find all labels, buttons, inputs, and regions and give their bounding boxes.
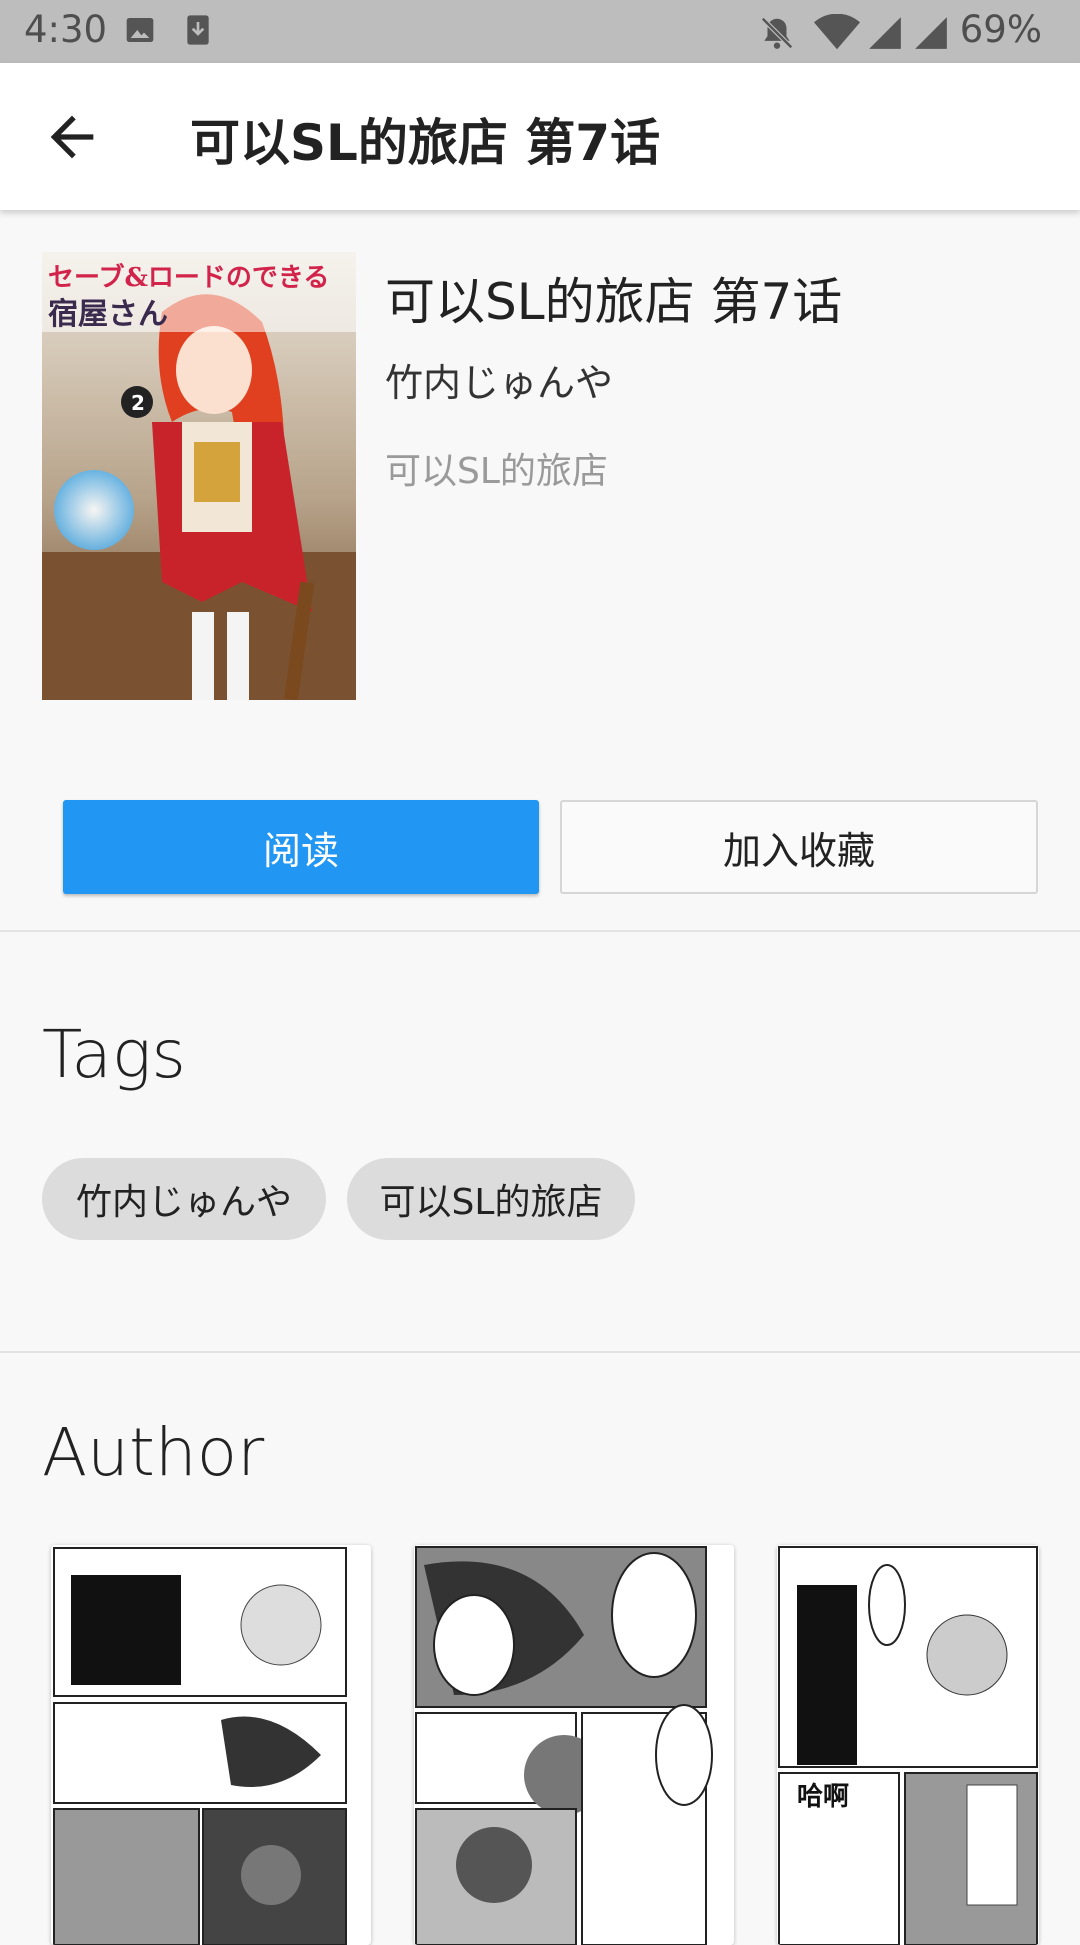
author-work-thumbnail[interactable]: 哈啊: [777, 1545, 1039, 1945]
svg-text:2: 2: [131, 391, 145, 415]
manga-page-illustration: 哈啊: [777, 1545, 1039, 1945]
image-icon: [126, 18, 154, 42]
author-work-thumbnail[interactable]: [414, 1545, 734, 1945]
svg-text:セーブ&ロードのできる: セーブ&ロードのできる: [48, 262, 329, 293]
status-bar: 4:30 69%: [0, 0, 1080, 63]
svg-text:哈啊: 哈啊: [797, 1782, 849, 1812]
comic-series[interactable]: 可以SL的旅店: [385, 442, 608, 494]
signal-icon: [869, 17, 901, 49]
author-work-thumbnail[interactable]: [51, 1545, 371, 1945]
status-time: 4:30: [24, 8, 108, 51]
read-button[interactable]: 阅读: [63, 800, 539, 894]
divider: [0, 1351, 1080, 1353]
manga-page-illustration: [51, 1545, 371, 1945]
signal-icon: [915, 17, 947, 49]
app-bar: 可以SL的旅店 第7话: [0, 63, 1080, 210]
comic-title: 可以SL的旅店 第7话: [385, 273, 843, 331]
tag-chip-series[interactable]: 可以SL的旅店: [347, 1158, 635, 1240]
page-title: 可以SL的旅店 第7话: [190, 114, 661, 172]
download-icon: [187, 15, 209, 45]
comic-author[interactable]: 竹内じゅんや: [385, 352, 613, 407]
battery-percent: 69%: [959, 8, 1042, 51]
tag-chip-author[interactable]: 竹内じゅんや: [42, 1158, 326, 1240]
author-heading: Author: [42, 1414, 265, 1491]
manga-page-illustration: [414, 1545, 734, 1945]
add-favorite-button[interactable]: 加入收藏: [560, 800, 1038, 894]
tags-heading: Tags: [42, 1016, 186, 1093]
bell-muted-icon: [761, 17, 793, 49]
svg-text:宿屋さん: 宿屋さん: [48, 297, 168, 332]
wifi-icon: [814, 14, 860, 50]
arrow-back-icon[interactable]: [40, 105, 104, 169]
cover-image[interactable]: セーブ&ロードのできる 宿屋さん 2: [42, 252, 356, 700]
divider: [0, 930, 1080, 932]
cover-illustration: セーブ&ロードのできる 宿屋さん 2: [42, 252, 356, 700]
